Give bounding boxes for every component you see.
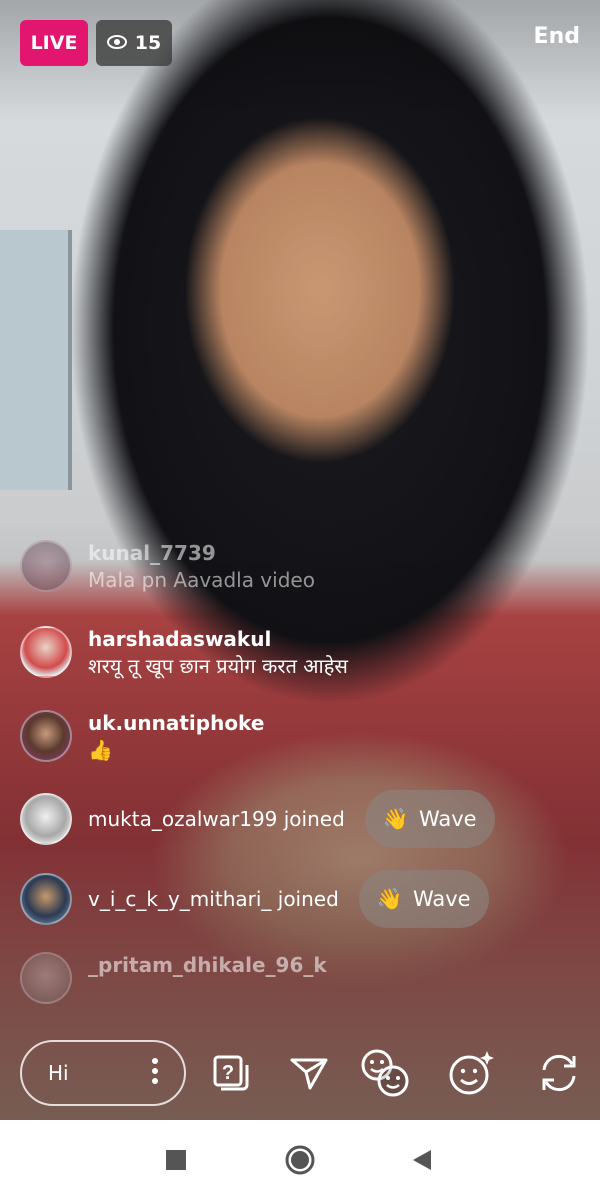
avatar[interactable] xyxy=(20,626,72,678)
wave-button[interactable]: 👋 Wave xyxy=(364,790,495,848)
question-sticker-icon[interactable]: ? xyxy=(204,1046,258,1100)
join-item: mukta_ozalwar199 joined 👋 Wave xyxy=(20,790,495,848)
wave-label: Wave xyxy=(418,807,477,831)
wave-hand-icon: 👋 xyxy=(376,886,403,911)
avatar[interactable] xyxy=(20,540,72,592)
face-filter-icon[interactable] xyxy=(358,1046,412,1100)
wave-label: Wave xyxy=(412,887,471,911)
more-options-icon[interactable] xyxy=(152,1057,158,1089)
comment-text: Mala pn Aavadla video xyxy=(88,568,315,592)
comment-username[interactable]: uk.unnatiphoke xyxy=(88,710,264,736)
recent-apps-button[interactable] xyxy=(156,1140,196,1180)
avatar[interactable] xyxy=(20,710,72,762)
effects-icon[interactable] xyxy=(444,1046,498,1100)
avatar[interactable] xyxy=(20,873,72,925)
avatar[interactable] xyxy=(20,952,72,1004)
viewer-count: 15 xyxy=(134,32,162,54)
comment-input[interactable]: Hi xyxy=(20,1040,186,1106)
back-button[interactable] xyxy=(402,1140,442,1180)
join-text: v_i_c_k_y_mithari_ joined xyxy=(88,887,339,911)
comment-text: 👍 xyxy=(88,738,113,762)
comment-item: harshadaswakul शरयू तू खूप छान प्रयोग कर… xyxy=(20,626,348,680)
wave-hand-icon: 👋 xyxy=(382,806,409,831)
comment-item: kunal_7739 Mala pn Aavadla video xyxy=(20,540,315,594)
join-text: mukta_ozalwar199 joined xyxy=(88,807,345,831)
comment-username[interactable]: kunal_7739 xyxy=(88,540,315,566)
avatar[interactable] xyxy=(20,793,72,845)
viewer-count-badge[interactable]: 15 xyxy=(96,20,172,66)
system-nav-bar xyxy=(0,1120,600,1200)
comment-item: _pritam_dhikale_96_k xyxy=(20,952,327,1004)
live-badge: LIVE xyxy=(20,20,88,66)
wave-button[interactable]: 👋 Wave xyxy=(358,870,489,928)
svg-text:?: ? xyxy=(222,1062,234,1084)
join-item: v_i_c_k_y_mithari_ joined 👋 Wave xyxy=(20,870,489,928)
comment-text: शरयू तू खूप छान प्रयोग करत आहेस xyxy=(88,654,348,678)
comment-item: uk.unnatiphoke 👍 xyxy=(20,710,264,764)
comment-username[interactable]: _pritam_dhikale_96_k xyxy=(88,952,327,978)
background-door xyxy=(0,230,72,490)
flip-camera-icon[interactable] xyxy=(532,1046,586,1100)
send-icon[interactable] xyxy=(282,1046,336,1100)
eye-icon xyxy=(106,32,127,54)
comment-input-text: Hi xyxy=(48,1061,69,1085)
home-button[interactable] xyxy=(280,1140,320,1180)
end-live-button[interactable]: End xyxy=(534,24,580,49)
comment-username[interactable]: harshadaswakul xyxy=(88,626,348,652)
